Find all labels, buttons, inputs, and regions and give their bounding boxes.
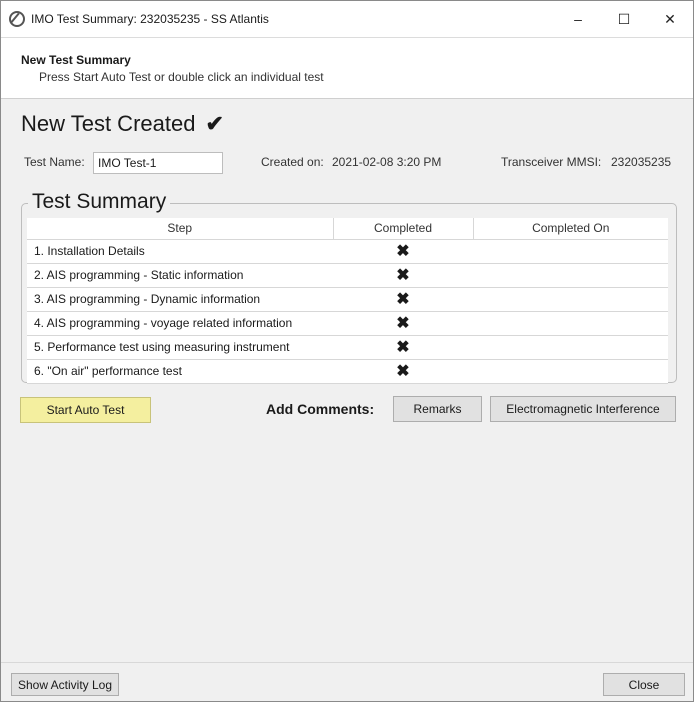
table-row[interactable]: 1. Installation Details ✖ [27, 239, 668, 264]
test-summary-legend: Test Summary [28, 190, 171, 214]
main-content: New Test Created ✔ Test Name: Created on… [1, 100, 693, 662]
not-completed-icon: ✖ [396, 291, 410, 308]
not-completed-icon: ✖ [396, 315, 410, 332]
test-summary-group: Test Summary Step Completed Completed On… [21, 190, 677, 384]
not-completed-icon: ✖ [396, 243, 410, 260]
test-steps-table: Step Completed Completed On 1. Installat… [27, 218, 668, 384]
close-icon[interactable]: ✕ [647, 1, 693, 37]
window-controls: – ☐ ✕ [555, 1, 693, 37]
completed-cell: ✖ [333, 335, 473, 360]
created-on-value: 2021-02-08 3:20 PM [332, 155, 442, 169]
table-header-row: Step Completed Completed On [27, 218, 668, 240]
imo-test-summary-window: IMO Test Summary: 232035235 - SS Atlanti… [0, 0, 694, 702]
table-row[interactable]: 2. AIS programming - Static information … [27, 263, 668, 288]
table-row[interactable]: 6. "On air" performance test ✖ [27, 359, 668, 384]
start-auto-test-button[interactable]: Start Auto Test [20, 397, 151, 423]
completed-on-cell [473, 287, 668, 312]
not-completed-icon: ✖ [396, 363, 410, 380]
status-title-text: New Test Created [21, 111, 196, 136]
app-icon [9, 11, 25, 27]
step-cell: 1. Installation Details [27, 239, 333, 264]
mmsi-value: 232035235 [611, 155, 672, 169]
step-cell: 4. AIS programming - voyage related info… [27, 311, 333, 336]
header-subtitle: Press Start Auto Test or double click an… [39, 70, 324, 84]
completed-on-cell [473, 359, 668, 384]
completed-on-cell [473, 335, 668, 360]
window-title: IMO Test Summary: 232035235 - SS Atlanti… [31, 12, 269, 26]
completed-on-cell [473, 311, 668, 336]
electromagnetic-interference-button[interactable]: Electromagnetic Interference [490, 396, 676, 422]
add-comments-label: Add Comments: [266, 401, 375, 417]
checkmark-icon: ✔ [205, 111, 224, 136]
column-header-completed[interactable]: Completed [333, 218, 474, 240]
completed-on-cell [473, 239, 668, 264]
mmsi-label: Transceiver MMSI: [501, 155, 602, 169]
minimize-icon[interactable]: – [555, 1, 601, 37]
close-button[interactable]: Close [603, 673, 685, 696]
completed-cell: ✖ [333, 311, 473, 336]
title-bar[interactable]: IMO Test Summary: 232035235 - SS Atlanti… [1, 1, 693, 37]
table-row[interactable]: 4. AIS programming - voyage related info… [27, 311, 668, 336]
test-name-label: Test Name: [24, 155, 85, 169]
step-cell: 6. "On air" performance test [27, 359, 333, 384]
completed-on-cell [473, 263, 668, 288]
remarks-button[interactable]: Remarks [393, 396, 482, 422]
test-info-row: Test Name: Created on: 2021-02-08 3:20 P… [24, 152, 684, 174]
table-row[interactable]: 3. AIS programming - Dynamic information… [27, 287, 668, 312]
table-row[interactable]: 5. Performance test using measuring inst… [27, 335, 668, 360]
header-panel: New Test Summary Press Start Auto Test o… [1, 37, 693, 99]
header-title: New Test Summary [21, 53, 131, 67]
step-cell: 3. AIS programming - Dynamic information [27, 287, 333, 312]
column-header-completed-on[interactable]: Completed On [473, 218, 668, 240]
step-cell: 2. AIS programming - Static information [27, 263, 333, 288]
maximize-icon[interactable]: ☐ [601, 1, 647, 37]
completed-cell: ✖ [333, 239, 473, 264]
completed-cell: ✖ [333, 359, 473, 384]
step-cell: 5. Performance test using measuring inst… [27, 335, 333, 360]
completed-cell: ✖ [333, 287, 473, 312]
not-completed-icon: ✖ [396, 267, 410, 284]
completed-cell: ✖ [333, 263, 473, 288]
created-on-label: Created on: [261, 155, 324, 169]
not-completed-icon: ✖ [396, 339, 410, 356]
status-heading: New Test Created ✔ [21, 111, 224, 137]
test-name-input[interactable] [93, 152, 223, 174]
show-activity-log-button[interactable]: Show Activity Log [11, 673, 119, 696]
footer-bar: Show Activity Log Close [1, 662, 693, 701]
column-header-step[interactable]: Step [27, 218, 334, 240]
